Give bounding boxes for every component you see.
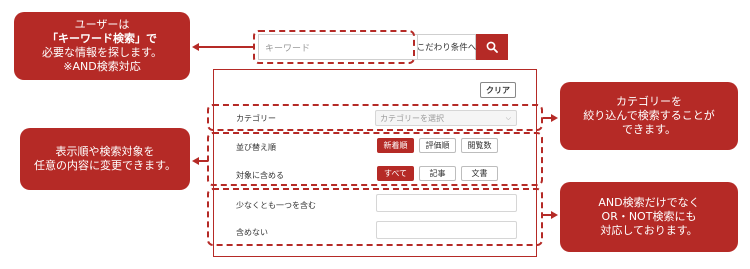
callout-category-line3: できます。 bbox=[622, 123, 676, 136]
callout-andor-line2: OR・NOT検索にも bbox=[601, 210, 697, 223]
callout-sort-line2: 任意の内容に変更できます。 bbox=[34, 159, 176, 172]
callout-andor-line1: AND検索だけでなく bbox=[598, 196, 700, 209]
callout-category-line2: 絞り込んで検索することが bbox=[583, 109, 715, 122]
callout-keyword-line3: 必要な情報を探します。 bbox=[42, 46, 162, 59]
callout-and-or-not: AND検索だけでなく OR・NOT検索にも 対応しております。 bbox=[560, 182, 738, 252]
clear-button[interactable]: クリア bbox=[480, 82, 516, 98]
callout-andor-line3: 対応しております。 bbox=[600, 224, 698, 237]
highlight-sort-target-area bbox=[207, 132, 543, 186]
callout-keyword-line2: 「キーワード検索」で bbox=[47, 32, 157, 45]
callout-sort-target: 表示順や検索対象を 任意の内容に変更できます。 bbox=[20, 128, 190, 190]
callout-keyword-line1: ユーザーは bbox=[74, 18, 130, 31]
search-button[interactable] bbox=[476, 34, 508, 60]
condition-toggle-button[interactable]: こだわり条件へ bbox=[416, 34, 477, 60]
condition-toggle-label: こだわり条件へ bbox=[416, 43, 477, 53]
callout-keyword-search: ユーザーは 「キーワード検索」で 必要な情報を探します。 ※AND検索対応 bbox=[14, 12, 190, 80]
callout-category-line1: カテゴリーを bbox=[616, 95, 682, 108]
callout-keyword-line4: ※AND検索対応 bbox=[63, 60, 141, 73]
callout-category: カテゴリーを 絞り込んで検索することが できます。 bbox=[560, 82, 738, 150]
highlight-category-area bbox=[207, 104, 543, 131]
search-icon bbox=[486, 41, 498, 53]
callout-sort-line1: 表示順や検索対象を bbox=[55, 145, 155, 158]
highlight-keyword-area bbox=[253, 30, 415, 64]
clear-button-label: クリア bbox=[486, 85, 510, 95]
highlight-and-or-not-area bbox=[207, 188, 543, 246]
